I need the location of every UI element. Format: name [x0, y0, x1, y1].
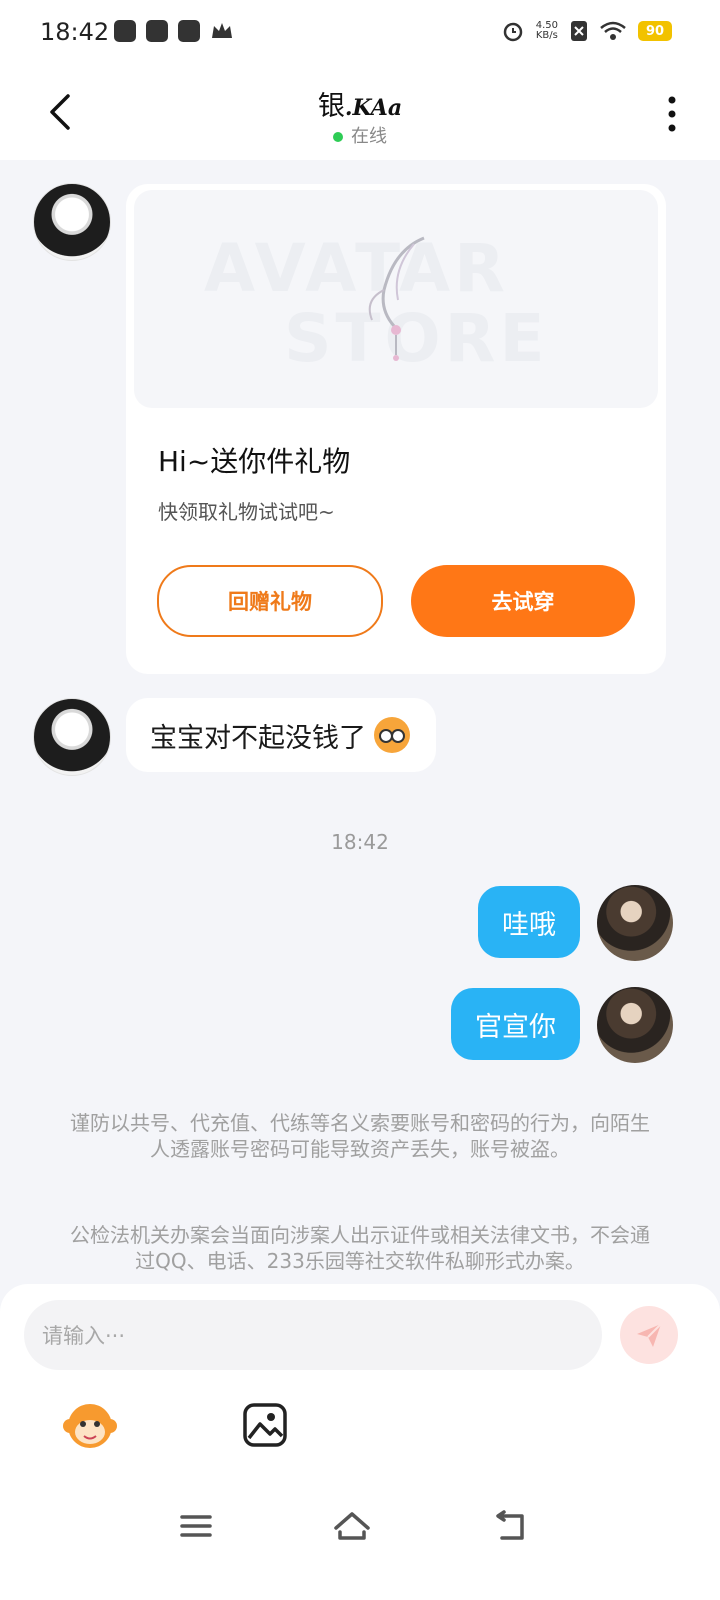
monkey-emoji-icon: [374, 717, 410, 753]
notification-icons: [114, 20, 234, 42]
chat-header: 银.KAa 在线: [0, 68, 720, 160]
chat-title: 银.KAa: [0, 84, 720, 123]
status-bar: 18:42 4.50 KB/s 90: [0, 0, 720, 68]
message-bubble-incoming[interactable]: 宝宝对不起没钱了: [126, 698, 436, 772]
online-status-label: 在线: [351, 126, 387, 147]
status-time: 18:42: [40, 18, 110, 46]
back-nav-icon[interactable]: [492, 1508, 532, 1544]
gift-subtitle: 快领取礼物试试吧~: [158, 500, 335, 524]
menu-icon[interactable]: [176, 1508, 216, 1544]
network-speed: 4.50 KB/s: [536, 21, 558, 41]
gift-title: Hi~送你件礼物: [158, 445, 351, 478]
image-icon[interactable]: [242, 1402, 288, 1448]
system-nav-bar: [0, 1492, 720, 1600]
message-bubble-outgoing[interactable]: 哇哦: [478, 886, 580, 958]
contact-avatar[interactable]: [33, 698, 111, 776]
emoji-icon[interactable]: [60, 1396, 120, 1452]
network-speed-unit: KB/s: [535, 30, 558, 41]
alarm-icon: [503, 22, 522, 42]
online-status: 在线: [0, 122, 720, 148]
message-timestamp: 18:42: [331, 830, 389, 854]
crown-icon: [212, 23, 232, 38]
message-text: 宝宝对不起没钱了: [150, 722, 366, 754]
no-sim-icon: [571, 21, 587, 41]
online-dot-icon: [333, 132, 343, 142]
status-right: 4.50 KB/s 90: [502, 20, 672, 42]
notification-app-icon: [178, 20, 200, 42]
safety-notice: 谨防以共号、代充值、代练等名义索要账号和密码的行为，向陌生人透露账号密码可能导致…: [70, 1111, 650, 1161]
send-icon: [637, 1323, 662, 1347]
gift-item-image: [368, 236, 425, 361]
self-avatar[interactable]: [597, 885, 673, 961]
safety-notice: 公检法机关办案会当面向涉案人出示证件或相关法律文书，不会通过QQ、电话、233乐…: [70, 1223, 650, 1273]
chat-title-script: .KAa: [344, 95, 403, 121]
chat-title-name: 银: [317, 91, 345, 122]
home-icon[interactable]: [332, 1508, 372, 1544]
more-icon[interactable]: [662, 92, 682, 136]
notification-app-icon: [114, 20, 136, 42]
message-input[interactable]: 请输入···: [24, 1300, 602, 1370]
message-bubble-outgoing[interactable]: 官宣你: [451, 988, 580, 1060]
gift-banner[interactable]: AVATAR STORE: [134, 190, 658, 408]
battery-indicator: 90: [638, 21, 672, 41]
gift-card: AVATAR STORE Hi~送你件礼物 快领取礼物试试吧~ 回赠礼物 去试穿: [126, 184, 666, 674]
send-button[interactable]: [620, 1306, 678, 1364]
wifi-icon: [600, 21, 626, 40]
notification-app-icon: [146, 20, 168, 42]
self-avatar[interactable]: [597, 987, 673, 1063]
contact-avatar[interactable]: [33, 183, 111, 261]
try-on-button[interactable]: 去试穿: [411, 565, 635, 637]
return-gift-button[interactable]: 回赠礼物: [157, 565, 383, 637]
